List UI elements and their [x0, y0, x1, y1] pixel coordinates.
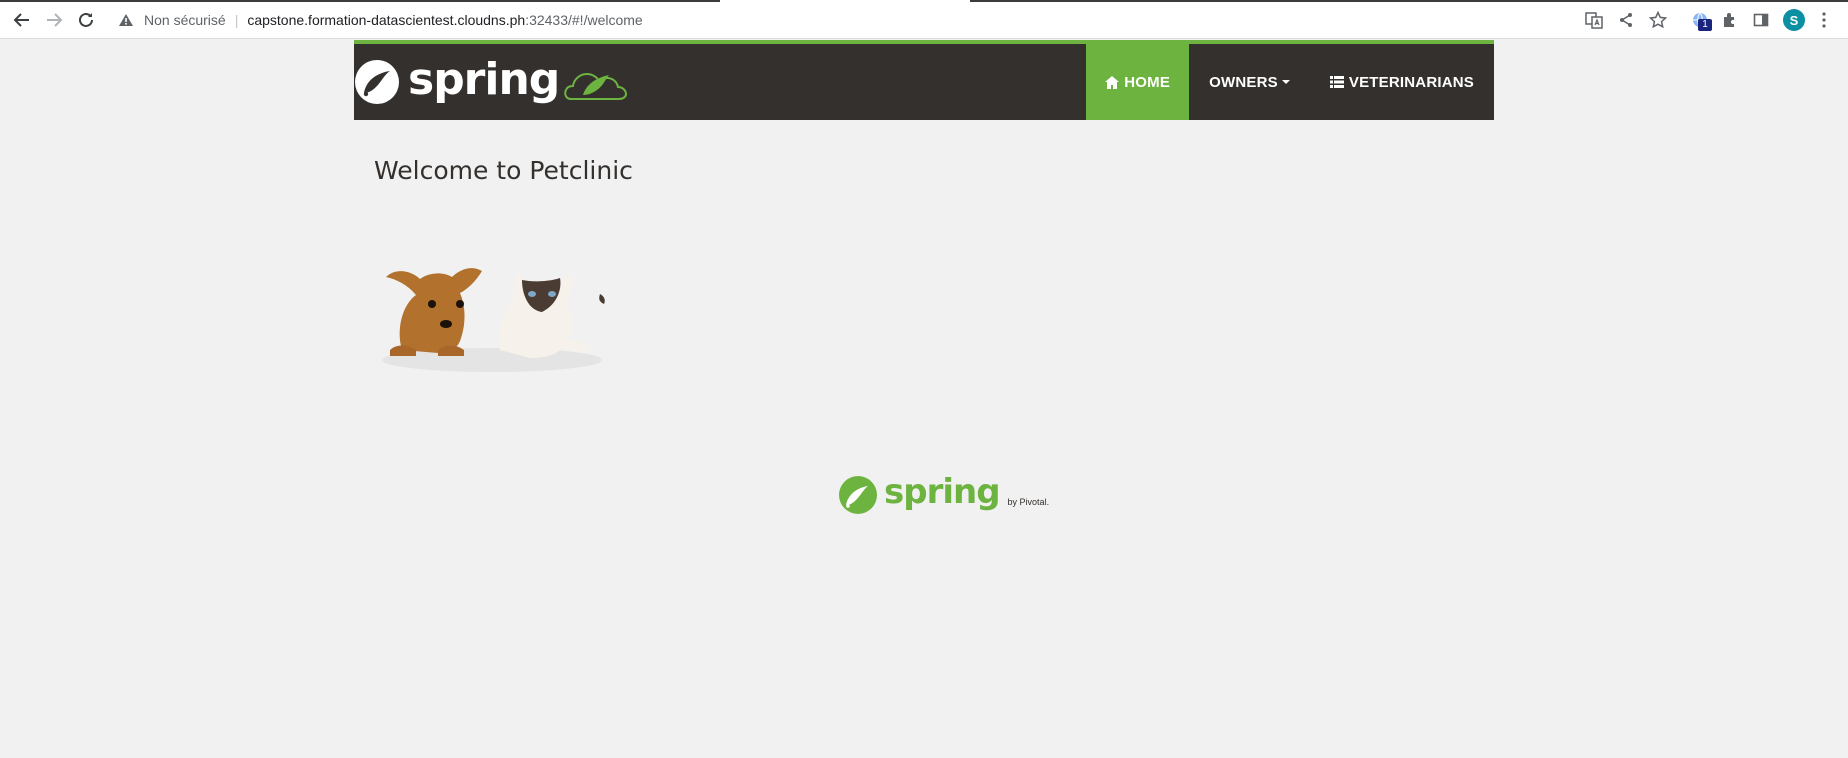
nav-veterinarians-label: VETERINARIANS	[1348, 73, 1474, 91]
side-panel-icon	[1753, 13, 1769, 27]
reload-button[interactable]	[74, 8, 98, 32]
share-icon	[1620, 13, 1632, 27]
star-icon	[1649, 11, 1667, 29]
url-path[interactable]: :32433/#!/welcome	[525, 12, 643, 28]
nav-home[interactable]: HOME	[1086, 44, 1190, 120]
share-button[interactable]	[1614, 8, 1638, 32]
security-label[interactable]: Non sécurisé	[144, 12, 226, 28]
nav-menu: HOME OWNERS VETERINARIANS	[1086, 44, 1494, 120]
extensions-menu-button[interactable]	[1718, 8, 1742, 32]
spring-leaf-icon	[839, 476, 877, 514]
petclinic-cloud-logo	[564, 72, 628, 100]
brand-text: spring	[408, 53, 560, 105]
reload-icon	[79, 12, 93, 27]
puzzle-icon	[1724, 13, 1734, 27]
kebab-menu-icon	[1822, 12, 1826, 28]
url-host[interactable]: capstone.formation-datascientest.cloudns…	[247, 12, 525, 28]
address-bar[interactable]: Non sécurisé | capstone.formation-datasc…	[108, 5, 1676, 35]
translate-icon	[1585, 12, 1603, 29]
footer-byline: by Pivotal.	[1007, 497, 1050, 507]
warning-icon	[118, 13, 136, 27]
nav-owners-label: OWNERS	[1209, 73, 1278, 91]
side-panel-button[interactable]	[1749, 8, 1773, 32]
translate-button[interactable]	[1582, 8, 1606, 32]
back-arrow-icon	[13, 13, 29, 27]
caret-down-icon	[1281, 80, 1290, 84]
browser-toolbar: Non sécurisé | capstone.formation-datasc…	[0, 0, 1848, 39]
home-icon	[1105, 75, 1120, 89]
navbar: spring HOME OWNERS VETERINARIANS	[354, 40, 1494, 120]
nav-owners-dropdown[interactable]: OWNERS	[1189, 44, 1310, 120]
list-icon	[1329, 76, 1344, 88]
pets-image	[382, 268, 605, 372]
brand-logo[interactable]: spring	[354, 52, 629, 112]
active-tab-edge	[720, 0, 970, 2]
back-button[interactable]	[10, 8, 34, 32]
divider: |	[234, 12, 239, 28]
spring-leaf-icon	[355, 60, 399, 104]
forward-arrow-icon	[47, 13, 63, 27]
nav-home-label: HOME	[1124, 73, 1171, 91]
footer-brand-text: spring	[884, 472, 1001, 512]
bookmark-button[interactable]	[1646, 8, 1670, 32]
nav-veterinarians[interactable]: VETERINARIANS	[1310, 44, 1494, 120]
footer-spring-logo: spring by Pivotal.	[838, 472, 1049, 518]
browser-menu-button[interactable]	[1814, 8, 1834, 32]
page-title: Welcome to Petclinic	[374, 156, 633, 185]
forward-button[interactable]	[42, 8, 66, 32]
extension-badge: 1	[1698, 19, 1712, 31]
profile-avatar[interactable]: S	[1783, 9, 1805, 31]
